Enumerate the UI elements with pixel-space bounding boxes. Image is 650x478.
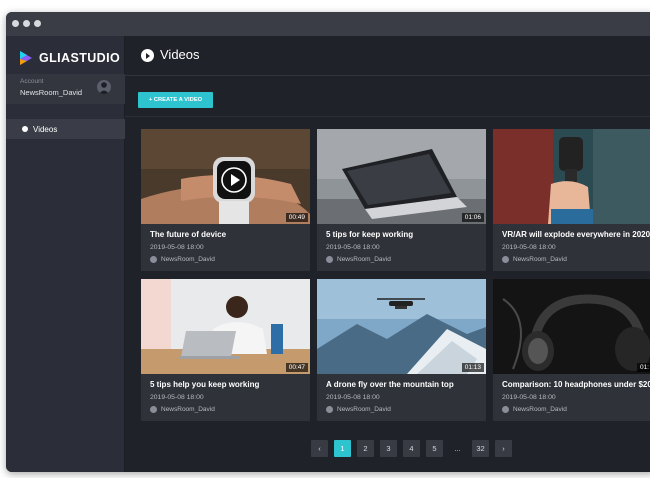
video-author: NewsRoom_David xyxy=(150,406,215,413)
video-title: The future of device xyxy=(150,230,227,239)
student-laptop-thumbnail-icon xyxy=(141,279,310,374)
sidebar-item-videos[interactable]: Videos xyxy=(6,119,125,139)
account-panel[interactable]: Account NewsRoom_David xyxy=(6,74,125,104)
video-author-name: NewsRoom_David xyxy=(337,256,391,263)
video-date: 2019-05-08 18:00 xyxy=(150,244,204,251)
logo-icon xyxy=(20,51,32,65)
sidebar: GLIASTUDIO Account NewsRoom_David Videos xyxy=(6,36,125,472)
window-dot-icon[interactable] xyxy=(34,20,41,27)
logo-text: GLIASTUDIO xyxy=(39,51,121,65)
video-title: VR/AR will explode everywhere in 2020 xyxy=(502,230,650,239)
pagination-page-1[interactable]: 1 xyxy=(334,440,351,457)
video-author: NewsRoom_David xyxy=(502,406,567,413)
video-title: 5 tips for keep working xyxy=(326,230,414,239)
account-username: NewsRoom_David xyxy=(20,88,83,97)
video-duration: 00:47 xyxy=(285,363,308,372)
account-caption: Account xyxy=(20,78,44,85)
video-thumbnail[interactable]: 01:13 xyxy=(317,279,486,374)
pagination-prev-button[interactable]: ‹ xyxy=(311,440,328,457)
video-author-name: NewsRoom_David xyxy=(161,406,215,413)
video-author: NewsRoom_David xyxy=(326,406,391,413)
video-card[interactable]: 01:13 A drone fly over the mountain top … xyxy=(317,279,486,421)
video-author-name: NewsRoom_David xyxy=(513,406,567,413)
page-header: Videos xyxy=(125,36,650,76)
video-thumbnail[interactable]: 01: xyxy=(493,279,650,374)
play-circle-icon xyxy=(141,49,154,62)
sidebar-item-label: Videos xyxy=(33,124,58,134)
pagination-page-last[interactable]: 32 xyxy=(472,440,489,457)
smartwatch-thumbnail-icon xyxy=(141,129,310,224)
video-card[interactable]: 01: Comparison: 10 headphones under $200… xyxy=(493,279,650,421)
avatar-icon xyxy=(326,406,333,413)
toolbar-divider xyxy=(125,116,650,117)
pagination-page-3[interactable]: 3 xyxy=(380,440,397,457)
video-duration: 01:06 xyxy=(461,213,484,222)
pagination-page-2[interactable]: 2 xyxy=(357,440,374,457)
video-thumbnail[interactable]: 00:47 xyxy=(141,279,310,374)
video-author-name: NewsRoom_David xyxy=(161,256,215,263)
create-video-button[interactable]: + CREATE A VIDEO xyxy=(138,92,213,108)
video-card[interactable]: 00:47 5 tips help you keep working 2019-… xyxy=(141,279,310,421)
pagination-ellipsis: ... xyxy=(454,444,461,453)
video-thumbnail[interactable] xyxy=(493,129,650,224)
window-dot-icon[interactable] xyxy=(23,20,30,27)
vr-controller-thumbnail-icon xyxy=(493,129,650,224)
pagination-page-5[interactable]: 5 xyxy=(426,440,443,457)
pagination: ‹ 1 2 3 4 5 ... 32 › xyxy=(311,440,518,457)
pagination-next-button[interactable]: › xyxy=(495,440,512,457)
video-author: NewsRoom_David xyxy=(150,256,215,263)
video-author-name: NewsRoom_David xyxy=(513,256,567,263)
video-card[interactable]: VR/AR will explode everywhere in 2020 20… xyxy=(493,129,650,271)
video-icon xyxy=(22,126,28,132)
laptop-thumbnail-icon xyxy=(317,129,486,224)
video-title: Comparison: 10 headphones under $200 xyxy=(502,380,650,389)
avatar-icon xyxy=(150,406,157,413)
avatar-icon xyxy=(150,256,157,263)
video-thumbnail[interactable]: 01:06 xyxy=(317,129,486,224)
user-icon xyxy=(99,82,109,94)
video-date: 2019-05-08 18:00 xyxy=(502,394,556,401)
video-date: 2019-05-08 18:00 xyxy=(502,244,556,251)
avatar-icon xyxy=(502,406,509,413)
video-card[interactable]: 01:06 5 tips for keep working 2019-05-08… xyxy=(317,129,486,271)
video-title: 5 tips help you keep working xyxy=(150,380,260,389)
avatar[interactable] xyxy=(97,80,111,94)
page-title: Videos xyxy=(160,47,200,62)
main-content: Videos + CREATE A VIDEO 00:49 The future… xyxy=(125,36,650,472)
video-author-name: NewsRoom_David xyxy=(337,406,391,413)
video-date: 2019-05-08 18:00 xyxy=(326,244,380,251)
headphones-thumbnail-icon xyxy=(493,279,650,374)
video-thumbnail[interactable]: 00:49 xyxy=(141,129,310,224)
video-author: NewsRoom_David xyxy=(326,256,391,263)
avatar-icon xyxy=(326,256,333,263)
video-date: 2019-05-08 18:00 xyxy=(326,394,380,401)
avatar-icon xyxy=(502,256,509,263)
video-duration: 01: xyxy=(636,363,650,372)
pagination-page-4[interactable]: 4 xyxy=(403,440,420,457)
video-author: NewsRoom_David xyxy=(502,256,567,263)
video-title: A drone fly over the mountain top xyxy=(326,380,454,389)
window-titlebar xyxy=(6,12,650,36)
app-window: GLIASTUDIO Account NewsRoom_David Videos… xyxy=(6,12,650,472)
drone-mountain-thumbnail-icon xyxy=(317,279,486,374)
app-logo[interactable]: GLIASTUDIO xyxy=(18,48,120,68)
video-card[interactable]: 00:49 The future of device 2019-05-08 18… xyxy=(141,129,310,271)
video-duration: 01:13 xyxy=(461,363,484,372)
video-duration: 00:49 xyxy=(285,213,308,222)
window-dot-icon[interactable] xyxy=(12,20,19,27)
video-date: 2019-05-08 18:00 xyxy=(150,394,204,401)
